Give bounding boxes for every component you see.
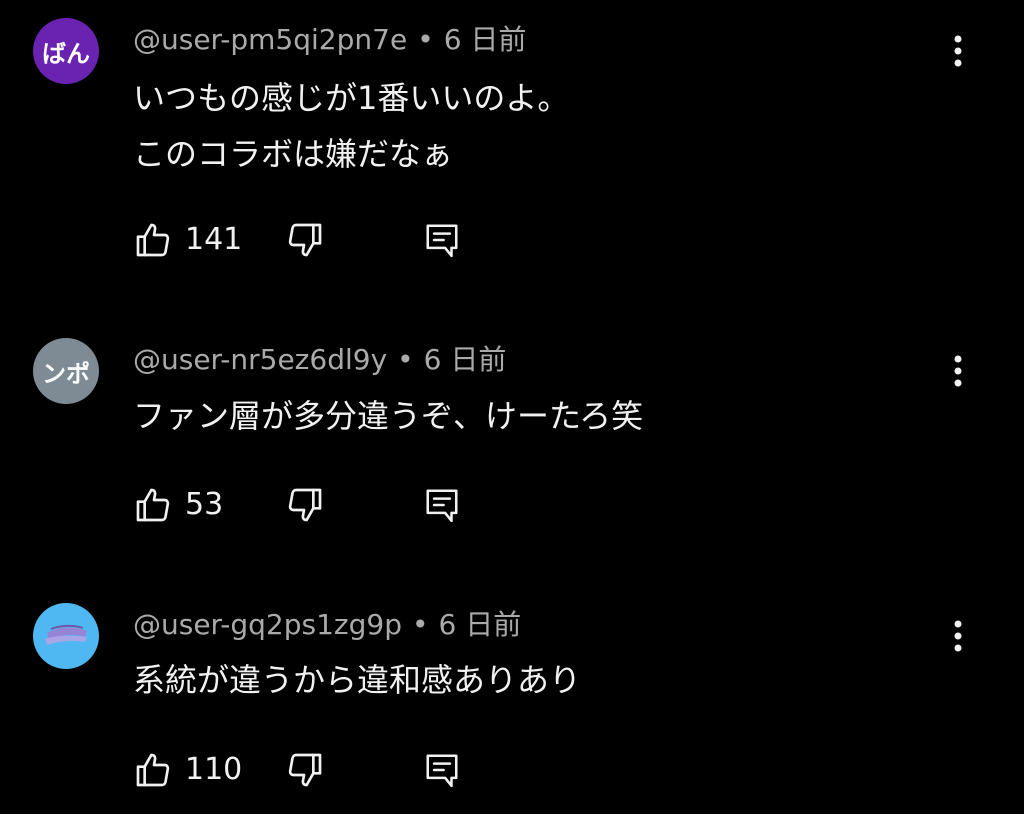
- comment-meta: @user-nr5ez6dl9y • 6 日前: [133, 342, 506, 378]
- reply-comment-icon: [426, 754, 458, 788]
- dislike-button[interactable]: [285, 483, 325, 527]
- avatar[interactable]: [33, 603, 99, 669]
- avatar[interactable]: ンポ: [33, 338, 99, 404]
- reply-button[interactable]: [423, 748, 461, 792]
- reply-button[interactable]: [423, 483, 461, 527]
- more-options-button[interactable]: [938, 616, 978, 656]
- separator-dot: •: [397, 343, 414, 376]
- reply-comment-icon: [426, 489, 458, 523]
- more-options-button[interactable]: [938, 351, 978, 391]
- like-count: 53: [185, 487, 224, 522]
- more-vertical-icon: [954, 620, 962, 652]
- dislike-button[interactable]: [285, 748, 325, 792]
- username[interactable]: @user-gq2ps1zg9p: [133, 608, 402, 641]
- more-vertical-icon: [954, 355, 962, 387]
- comment-line: ファン層が多分違うぞ、けーたろ笑: [133, 397, 644, 435]
- thumbs-down-icon: [288, 488, 322, 522]
- like-button[interactable]: 53: [133, 483, 223, 527]
- separator-dot: •: [411, 608, 429, 641]
- comment-item: @user-gq2ps1zg9p • 6 日前 系統が違うから違和感ありあり 110: [0, 0, 1024, 788]
- comment-text: ファン層が多分違うぞ、けーたろ笑: [133, 388, 643, 444]
- comment-actions: 110: [133, 748, 533, 792]
- avatar-image: [45, 624, 87, 645]
- thumbs-down-icon: [288, 753, 322, 787]
- comment-time[interactable]: 6 日前: [439, 608, 522, 641]
- like-button[interactable]: 110: [133, 748, 242, 792]
- comment-actions: 53: [133, 483, 533, 527]
- thumbs-up-icon: [136, 753, 170, 787]
- comment-meta: @user-gq2ps1zg9p • 6 日前: [133, 607, 521, 643]
- comment-time[interactable]: 6 日前: [424, 343, 507, 376]
- comment-line: 系統が違うから違和感ありあり: [133, 661, 582, 699]
- like-count: 110: [185, 752, 243, 787]
- avatar-initials: ンポ: [42, 359, 90, 388]
- thumbs-up-icon: [136, 488, 170, 522]
- comment-text: 系統が違うから違和感ありあり: [133, 652, 581, 708]
- username[interactable]: @user-nr5ez6dl9y: [133, 343, 387, 376]
